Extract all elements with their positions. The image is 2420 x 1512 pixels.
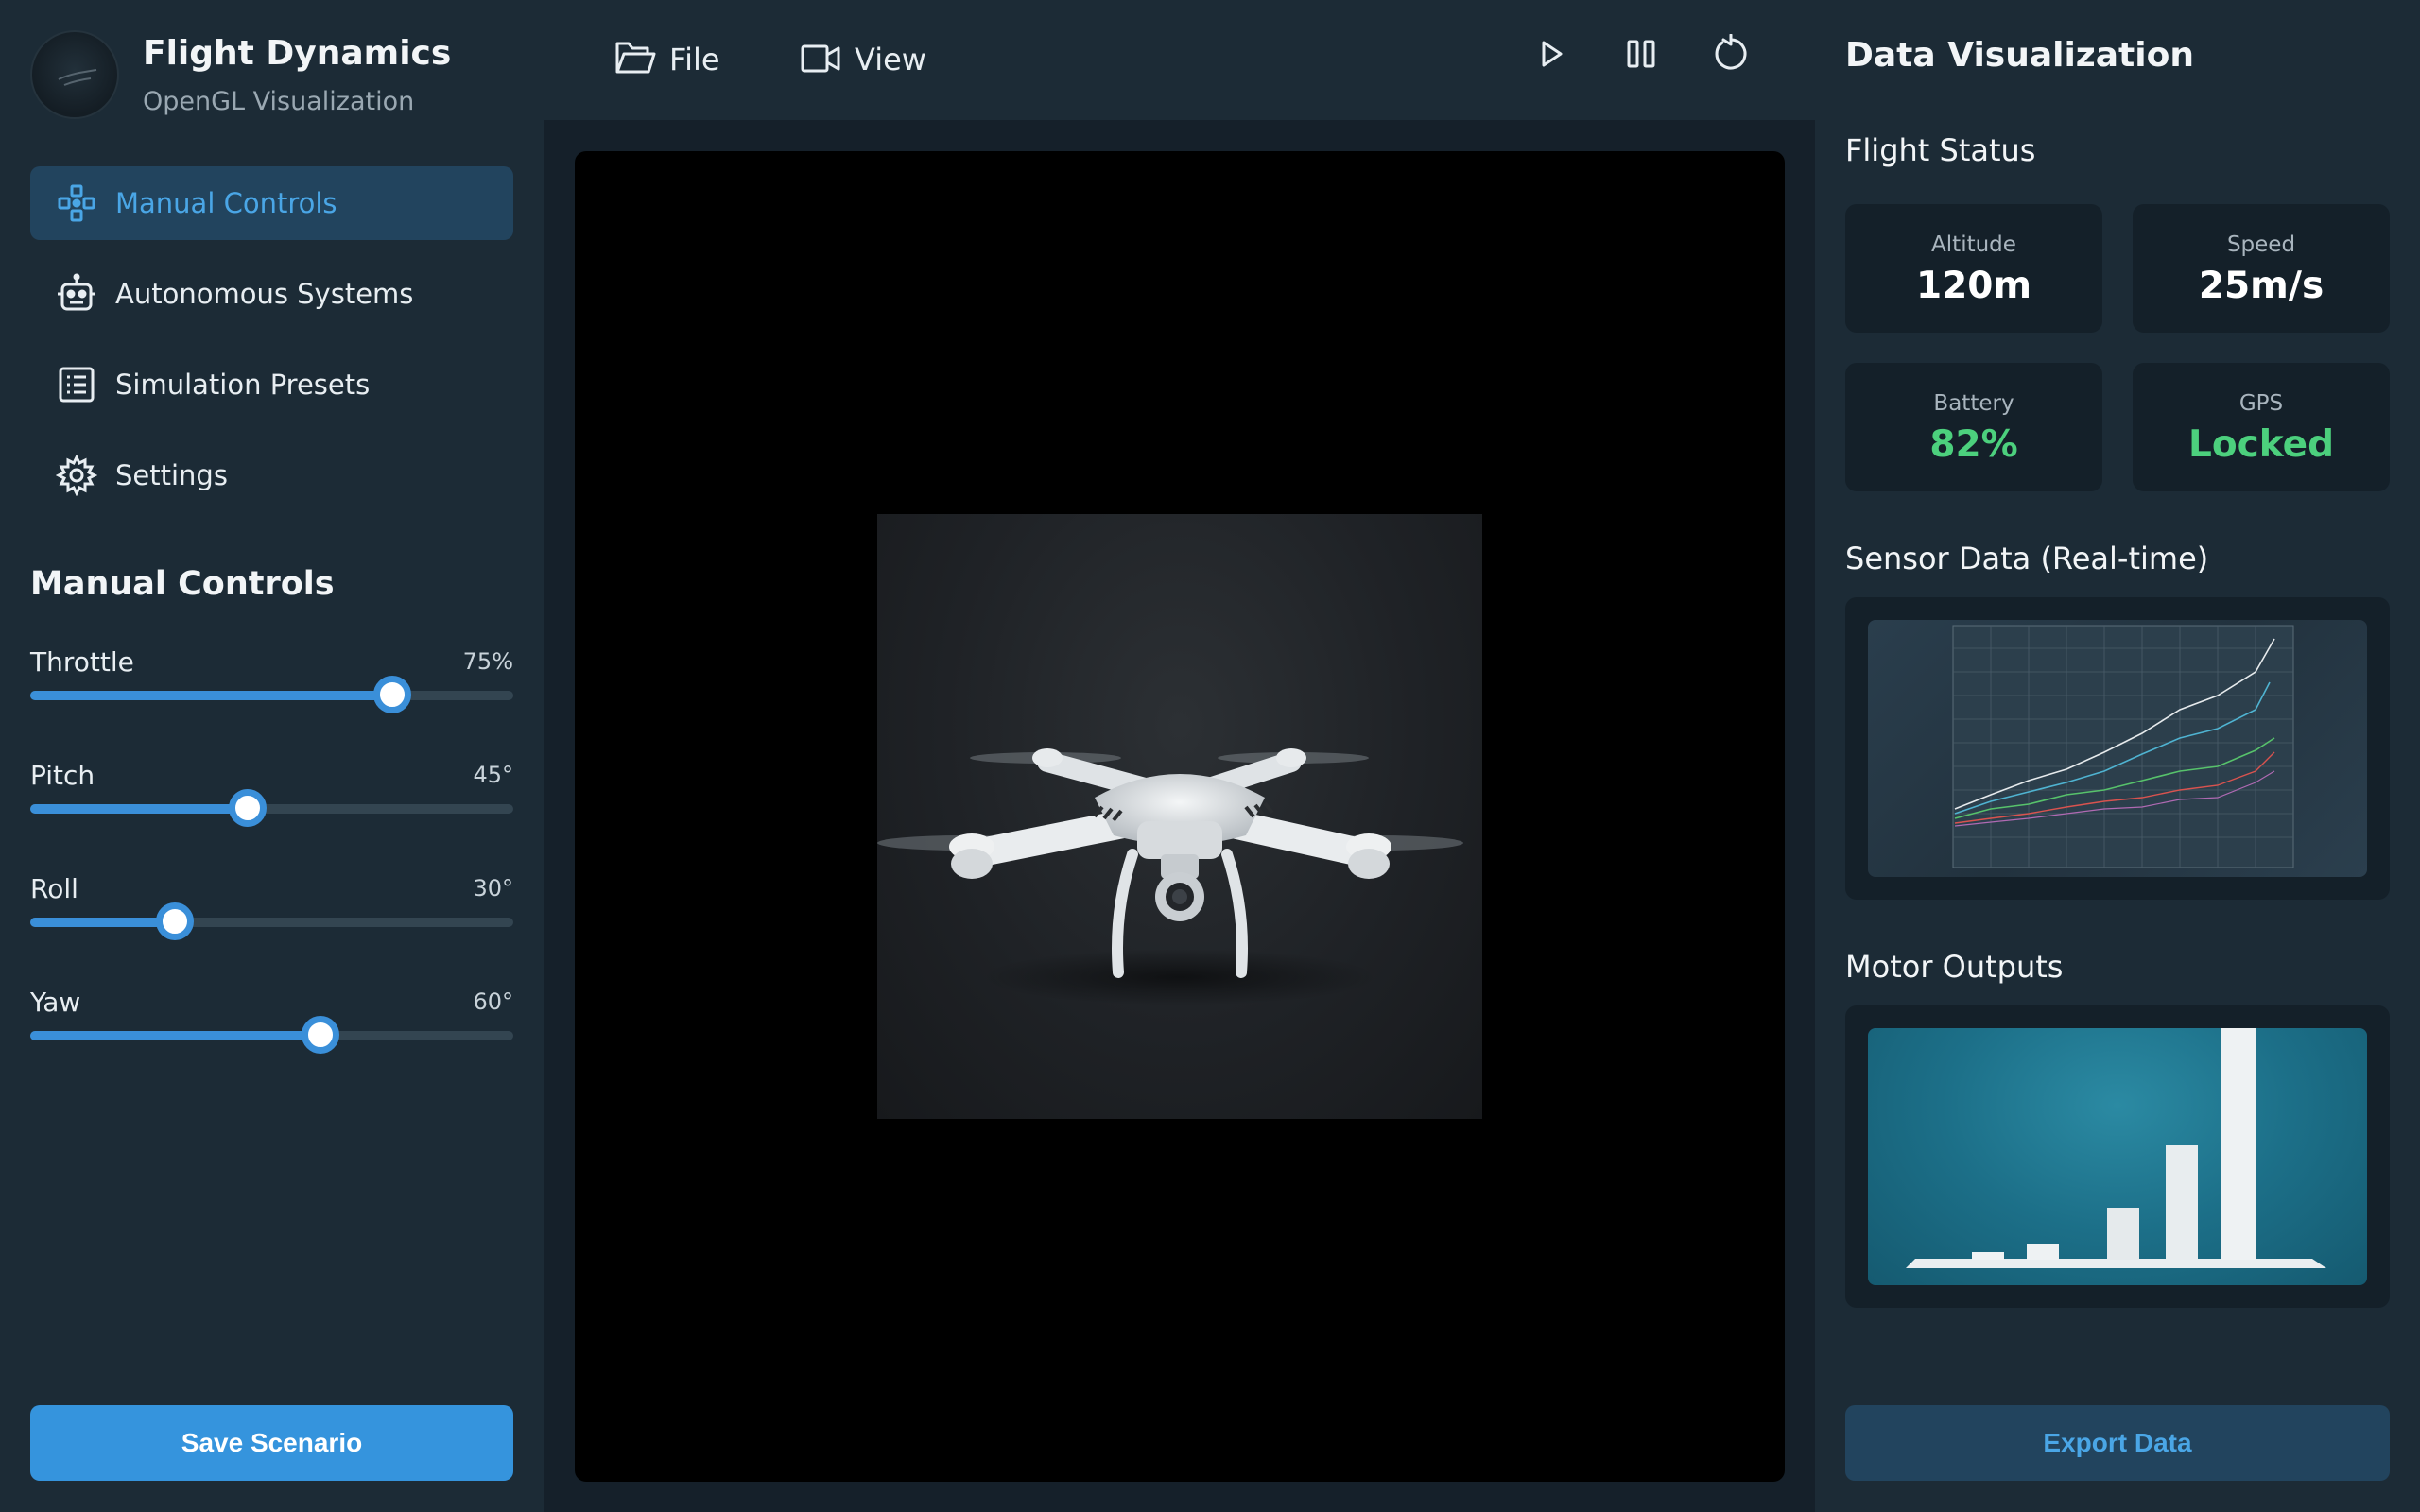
pause-button[interactable] — [1617, 32, 1665, 79]
sidebar-item-simulation-presets[interactable]: Simulation Presets — [30, 348, 513, 421]
slider-thumb[interactable] — [228, 789, 267, 827]
play-button[interactable] — [1528, 32, 1575, 79]
gps-card: GPS Locked — [2133, 363, 2390, 491]
main-area: File View — [544, 0, 1815, 1512]
sidebar-item-manual-controls[interactable]: Manual Controls — [30, 166, 513, 240]
slider-value: 75% — [462, 648, 513, 675]
app-title: Flight Dynamics — [143, 34, 452, 73]
slider-track[interactable] — [30, 676, 513, 713]
pitch-slider[interactable]: Pitch 45° — [30, 760, 513, 835]
sensor-chart-image — [1868, 620, 2367, 877]
pause-icon — [1625, 38, 1657, 74]
slider-fill — [30, 918, 176, 927]
sidebar-item-settings[interactable]: Settings — [30, 438, 513, 512]
sidebar-nav: Manual Controls Autonomous Systems Simul… — [30, 166, 513, 529]
altitude-card: Altitude 120m — [1845, 204, 2102, 333]
brand-logo — [30, 30, 119, 119]
slider-value: 60° — [473, 988, 513, 1015]
stat-label: Altitude — [1931, 232, 2016, 257]
stat-value: 25m/s — [2198, 265, 2325, 307]
save-scenario-button[interactable]: Save Scenario — [30, 1405, 513, 1481]
brand: Flight Dynamics OpenGL Visualization — [30, 30, 522, 125]
motor-outputs-heading: Motor Outputs — [1845, 949, 2064, 985]
reset-icon — [1711, 33, 1751, 77]
roll-slider[interactable]: Roll 30° — [30, 873, 513, 949]
slider-fill — [30, 691, 393, 700]
play-icon — [1536, 39, 1566, 73]
slider-fill — [30, 804, 248, 814]
view-menu-button[interactable]: View — [800, 36, 926, 83]
throttle-slider[interactable]: Throttle 75% — [30, 646, 513, 722]
export-data-button[interactable]: Export Data — [1845, 1405, 2390, 1481]
video-camera-icon — [800, 39, 841, 80]
app-subtitle: OpenGL Visualization — [143, 87, 415, 116]
gear-icon — [55, 454, 98, 497]
flight-status-heading: Flight Status — [1845, 132, 2036, 168]
slider-track[interactable] — [30, 789, 513, 827]
motor-chart-image — [1868, 1028, 2367, 1285]
opengl-viewport[interactable] — [575, 151, 1785, 1482]
slider-label: Roll — [30, 873, 78, 904]
reset-button[interactable] — [1707, 32, 1754, 79]
battery-card: Battery 82% — [1845, 363, 2102, 491]
manual-controls-heading: Manual Controls — [30, 565, 335, 603]
slider-track[interactable] — [30, 1016, 513, 1054]
sidebar-item-label: Settings — [115, 459, 228, 491]
toolbar: File View — [544, 0, 1815, 120]
view-menu-label: View — [855, 42, 926, 77]
sidebar-item-label: Manual Controls — [115, 187, 337, 219]
panel-title: Data Visualization — [1845, 36, 2194, 75]
slider-thumb[interactable] — [373, 676, 412, 713]
file-menu-label: File — [669, 42, 720, 77]
sidebar-item-autonomous-systems[interactable]: Autonomous Systems — [30, 257, 513, 331]
stat-label: GPS — [2238, 391, 2284, 416]
stat-label: Speed — [2226, 232, 2296, 257]
stat-value: 120m — [1915, 265, 2032, 307]
slider-thumb[interactable] — [156, 902, 195, 940]
speed-card: Speed 25m/s — [2133, 204, 2390, 333]
robot-icon — [55, 272, 98, 316]
sensor-data-heading: Sensor Data (Real-time) — [1845, 541, 2209, 576]
sensor-chart-panel — [1845, 597, 2390, 900]
stat-value: 82% — [1929, 423, 2018, 466]
yaw-slider[interactable]: Yaw 60° — [30, 987, 513, 1062]
slider-value: 30° — [473, 875, 513, 902]
slider-thumb[interactable] — [301, 1016, 339, 1054]
slider-value: 45° — [473, 762, 513, 788]
slider-track[interactable] — [30, 902, 513, 940]
sidebar-item-label: Simulation Presets — [115, 369, 371, 401]
file-menu-button[interactable]: File — [614, 36, 720, 83]
data-visualization-panel: Data Visualization Flight Status Altitud… — [1815, 0, 2420, 1512]
stat-value: Locked — [2187, 423, 2335, 466]
drone-render — [877, 514, 1482, 1119]
list-icon — [55, 363, 98, 406]
slider-label: Pitch — [30, 760, 95, 791]
slider-label: Yaw — [30, 987, 81, 1018]
gamepad-icon — [55, 181, 98, 225]
stat-label: Battery — [1933, 391, 2014, 416]
slider-label: Throttle — [30, 646, 134, 678]
slider-fill — [30, 1031, 320, 1040]
sidebar-item-label: Autonomous Systems — [115, 278, 414, 310]
folder-icon — [614, 39, 656, 80]
motor-chart-panel — [1845, 1005, 2390, 1308]
sidebar: Flight Dynamics OpenGL Visualization Man… — [0, 0, 544, 1512]
